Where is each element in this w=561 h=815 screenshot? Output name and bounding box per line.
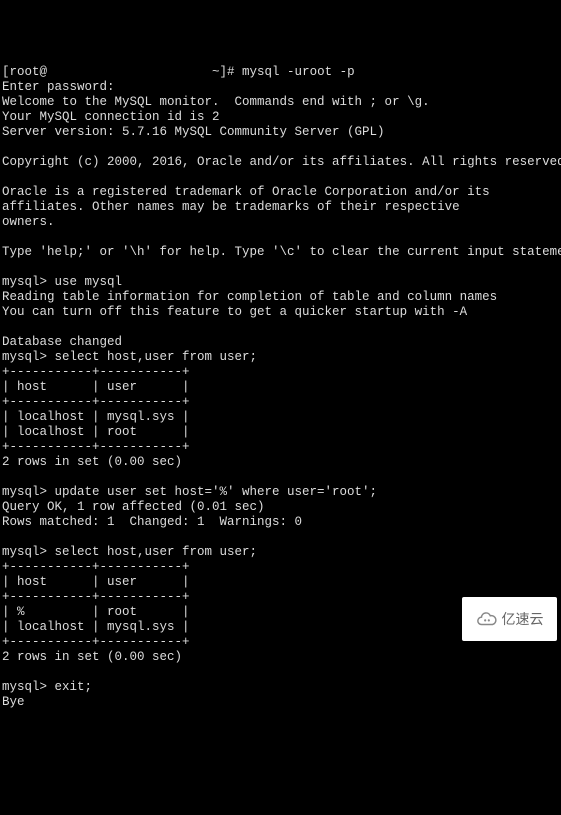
- output-line: Bye: [2, 695, 25, 709]
- mysql-prompt-line: mysql> use mysql: [2, 275, 122, 289]
- mysql-prompt-line: mysql> select host,user from user;: [2, 545, 257, 559]
- mysql-prompt-line: mysql> select host,user from user;: [2, 350, 257, 364]
- mysql-prompt-line: mysql> exit;: [2, 680, 92, 694]
- table-row: | % | root |: [2, 605, 190, 619]
- output-line: Query OK, 1 row affected (0.01 sec): [2, 500, 265, 514]
- table-header: | host | user |: [2, 575, 190, 589]
- shell-command: ~]# mysql -uroot -p: [205, 65, 355, 79]
- output-line: Enter password:: [2, 80, 115, 94]
- table-border: +-----------+-----------+: [2, 560, 190, 574]
- output-line: Database changed: [2, 335, 122, 349]
- output-line: Welcome to the MySQL monitor. Commands e…: [2, 95, 430, 109]
- table-row: | localhost | mysql.sys |: [2, 410, 190, 424]
- mysql-prompt-line: mysql> update user set host='%' where us…: [2, 485, 377, 499]
- redacted-hostname: xxxxxxxxxxxxxxxxxxxxx: [47, 64, 205, 79]
- table-header: | host | user |: [2, 380, 190, 394]
- output-line: 2 rows in set (0.00 sec): [2, 650, 182, 664]
- output-line: 2 rows in set (0.00 sec): [2, 455, 182, 469]
- output-line: Type 'help;' or '\h' for help. Type '\c'…: [2, 245, 561, 259]
- table-row: | localhost | root |: [2, 425, 190, 439]
- output-line: Oracle is a registered trademark of Orac…: [2, 185, 490, 199]
- shell-prompt-line: [root@xxxxxxxxxxxxxxxxxxxxx ~]# mysql -u…: [2, 65, 355, 79]
- output-line: affiliates. Other names may be trademark…: [2, 200, 460, 214]
- output-line: owners.: [2, 215, 55, 229]
- output-line: Copyright (c) 2000, 2016, Oracle and/or …: [2, 155, 561, 169]
- output-line: You can turn off this feature to get a q…: [2, 305, 467, 319]
- cloud-icon: [476, 608, 498, 630]
- table-border: +-----------+-----------+: [2, 365, 190, 379]
- output-line: Reading table information for completion…: [2, 290, 497, 304]
- watermark-text: 亿速云: [502, 612, 544, 627]
- table-border: +-----------+-----------+: [2, 590, 190, 604]
- output-line: Server version: 5.7.16 MySQL Community S…: [2, 125, 385, 139]
- table-border: +-----------+-----------+: [2, 395, 190, 409]
- table-border: +-----------+-----------+: [2, 440, 190, 454]
- output-line: Your MySQL connection id is 2: [2, 110, 220, 124]
- watermark-badge: 亿速云: [462, 597, 557, 641]
- table-row: | localhost | mysql.sys |: [2, 620, 190, 634]
- prompt-user-host: [root@: [2, 65, 47, 79]
- output-line: Rows matched: 1 Changed: 1 Warnings: 0: [2, 515, 302, 529]
